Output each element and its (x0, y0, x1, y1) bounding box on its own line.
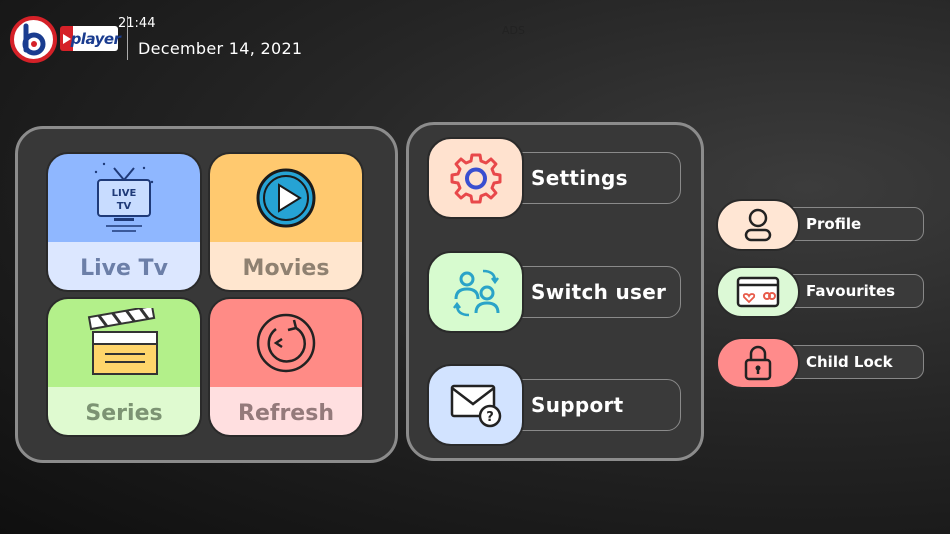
tile-live-tv[interactable]: LIVE TV Live Tv (46, 152, 202, 292)
child-lock-label: Child Lock (806, 353, 893, 371)
svg-text:?: ? (486, 410, 494, 425)
support-label: Support (531, 393, 624, 417)
svg-text:TV: TV (117, 201, 132, 212)
clapperboard-icon (87, 308, 158, 375)
clock: 21:44 (118, 16, 156, 31)
profile-label: Profile (806, 215, 862, 233)
date: December 14, 2021 (138, 39, 303, 58)
tile-refresh[interactable]: Refresh (208, 297, 364, 437)
gear-icon (450, 153, 501, 204)
app-logo (10, 16, 57, 63)
svg-text:LIVE: LIVE (112, 188, 137, 199)
brand-word: player (71, 26, 121, 51)
tile-label: Movies (210, 242, 362, 290)
play-icon (256, 168, 316, 228)
lock-icon (744, 345, 772, 381)
mail-help-icon: ? (450, 384, 501, 428)
ads-placeholder: ADS (502, 24, 525, 37)
favourites-label: Favourites (806, 282, 896, 300)
settings-button[interactable]: Settings (427, 137, 681, 219)
child-lock-button[interactable]: Child Lock (716, 337, 924, 389)
tile-series[interactable]: Series (46, 297, 202, 437)
tv-icon: LIVE TV (94, 162, 154, 232)
switch-user-label: Switch user (531, 280, 667, 304)
favourites-button[interactable]: Favourites (716, 266, 924, 318)
settings-label: Settings (531, 166, 628, 190)
tile-label: Live Tv (48, 242, 200, 290)
profile-button[interactable]: Profile (716, 199, 924, 251)
card-heart-icon (736, 276, 780, 308)
brand-wordmark: player (60, 26, 121, 51)
tile-label: Series (48, 387, 200, 435)
b-logo-icon (22, 23, 45, 55)
tile-movies[interactable]: Movies (208, 152, 364, 292)
switch-user-button[interactable]: Switch user (427, 251, 681, 333)
user-icon (744, 208, 772, 242)
switch-user-icon (452, 269, 499, 317)
tile-label: Refresh (210, 387, 362, 435)
support-button[interactable]: ? Support (427, 364, 681, 446)
refresh-icon (256, 313, 316, 373)
